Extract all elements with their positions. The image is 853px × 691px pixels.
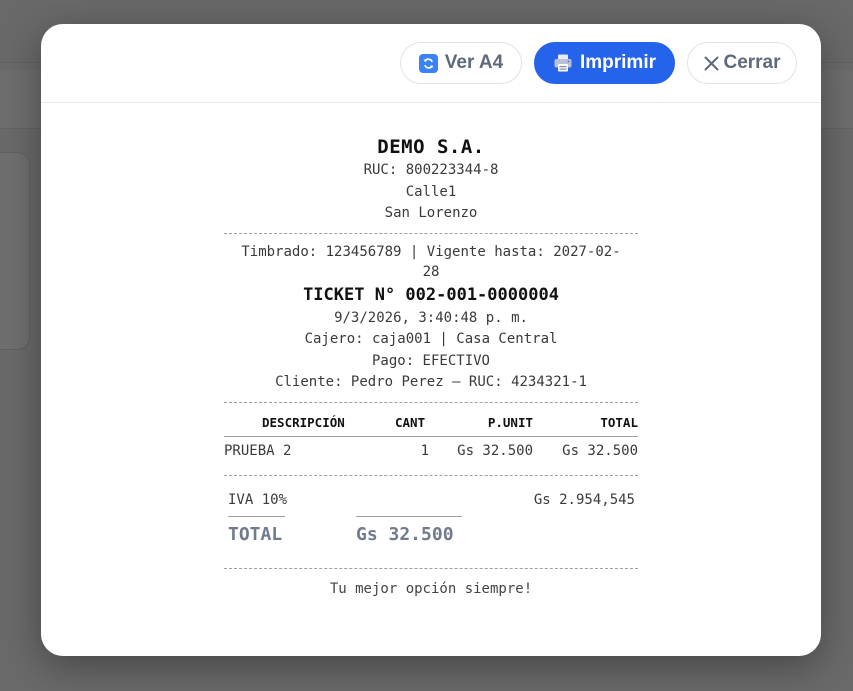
item-description: PRUEBA 2	[224, 442, 292, 459]
divider	[224, 567, 638, 569]
receipt-modal: Ver A4 Imprimir Cerrar DEMO S.A. RUC: 80…	[41, 24, 821, 656]
print-button[interactable]: Imprimir	[534, 42, 675, 84]
column-header-description: DESCRIPCIÓN	[262, 414, 345, 430]
receipt: DEMO S.A. RUC: 800223344-8 Calle1 San Lo…	[224, 134, 638, 597]
total-label: TOTAL	[228, 523, 283, 545]
company-ruc: RUC: 800223344-8	[363, 162, 499, 178]
close-icon	[703, 55, 720, 72]
column-header-quantity: CANT	[395, 414, 426, 430]
ticket-number: TICKET N° 002-001-0000004	[303, 284, 559, 305]
total-label-rule	[228, 515, 285, 517]
customer-info: Cliente: Pedro Perez — RUC: 4234321-1	[275, 374, 587, 390]
total-value: Gs 32.500	[356, 523, 454, 545]
timbrado-line-continued: 28	[422, 263, 440, 280]
item-unit-price: Gs 32.500	[457, 442, 533, 459]
print-label: Imprimir	[579, 52, 657, 73]
column-header-unit-price: P.UNIT	[487, 414, 533, 430]
close-label: Cerrar	[723, 52, 781, 73]
printer-icon	[553, 53, 573, 73]
column-header-total: TOTAL	[600, 414, 638, 430]
item-quantity: 1	[420, 442, 429, 459]
totals-section: IVA 10% Gs 2.954,545 TOTAL Gs 32.500	[224, 476, 638, 568]
ticket-datetime: 9/3/2026, 3:40:48 p. m.	[334, 309, 528, 326]
view-a4-label: Ver A4	[444, 52, 504, 73]
company-address: Calle1	[405, 183, 457, 200]
refresh-icon	[418, 53, 438, 73]
modal-header: Ver A4 Imprimir Cerrar	[41, 24, 821, 103]
payment-method: Pago: EFECTIVO	[371, 352, 490, 369]
divider	[224, 232, 638, 234]
company-name: DEMO S.A.	[377, 136, 485, 158]
cashier-info: Cajero: caja001 | Casa Central	[304, 331, 558, 347]
view-a4-button[interactable]: Ver A4	[400, 42, 522, 84]
company-city: San Lorenzo	[384, 205, 478, 221]
close-button[interactable]: Cerrar	[687, 42, 797, 84]
iva-label: IVA 10%	[228, 491, 288, 508]
timbrado-line: Timbrado: 123456789 | Vigente hasta: 202…	[241, 243, 621, 260]
item-total: Gs 32.500	[562, 442, 638, 459]
items-table: DESCRIPCIÓN CANT P.UNIT TOTAL PRUEBA 2 1…	[224, 403, 638, 471]
table-header-rule	[224, 435, 638, 437]
receipt-footer: Tu mejor opción siempre!	[329, 580, 533, 597]
total-value-rule	[356, 515, 462, 517]
iva-value: Gs 2.954,545	[533, 491, 635, 508]
